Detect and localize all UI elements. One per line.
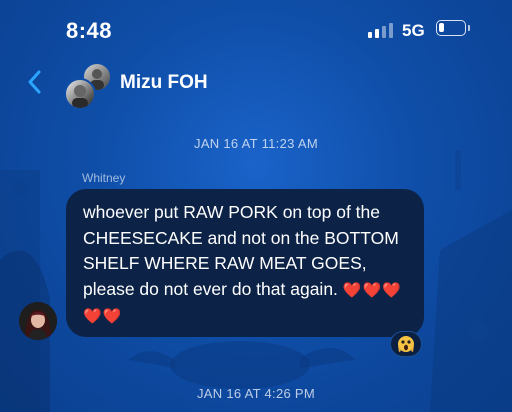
chat-title[interactable]: Mizu FOH: [120, 72, 208, 94]
network-type: 5G: [402, 21, 425, 40]
scream-face-emoji-icon: [398, 336, 414, 352]
battery-icon: [436, 20, 466, 36]
status-bar: 8:48 5G: [0, 0, 512, 60]
sender-avatar[interactable]: [19, 302, 57, 340]
battery-tip: [468, 25, 470, 31]
sender-name: Whitney: [82, 171, 126, 185]
status-time: 8:48: [66, 18, 113, 43]
signal-icon: [368, 22, 393, 38]
message-bubble[interactable]: whoever put RAW PORK on top of the CHEES…: [66, 189, 424, 337]
member-avatar-2: [64, 78, 96, 110]
back-button[interactable]: [24, 68, 46, 96]
chevron-left-icon: [28, 70, 41, 94]
chat-header: Mizu FOH: [0, 58, 512, 110]
timestamp: JAN 16 AT 11:23 AM: [194, 136, 318, 151]
group-avatar[interactable]: [64, 62, 112, 110]
message-reaction[interactable]: [390, 331, 422, 357]
battery-level: [439, 23, 444, 32]
timestamp: JAN 16 AT 4:26 PM: [196, 386, 316, 401]
